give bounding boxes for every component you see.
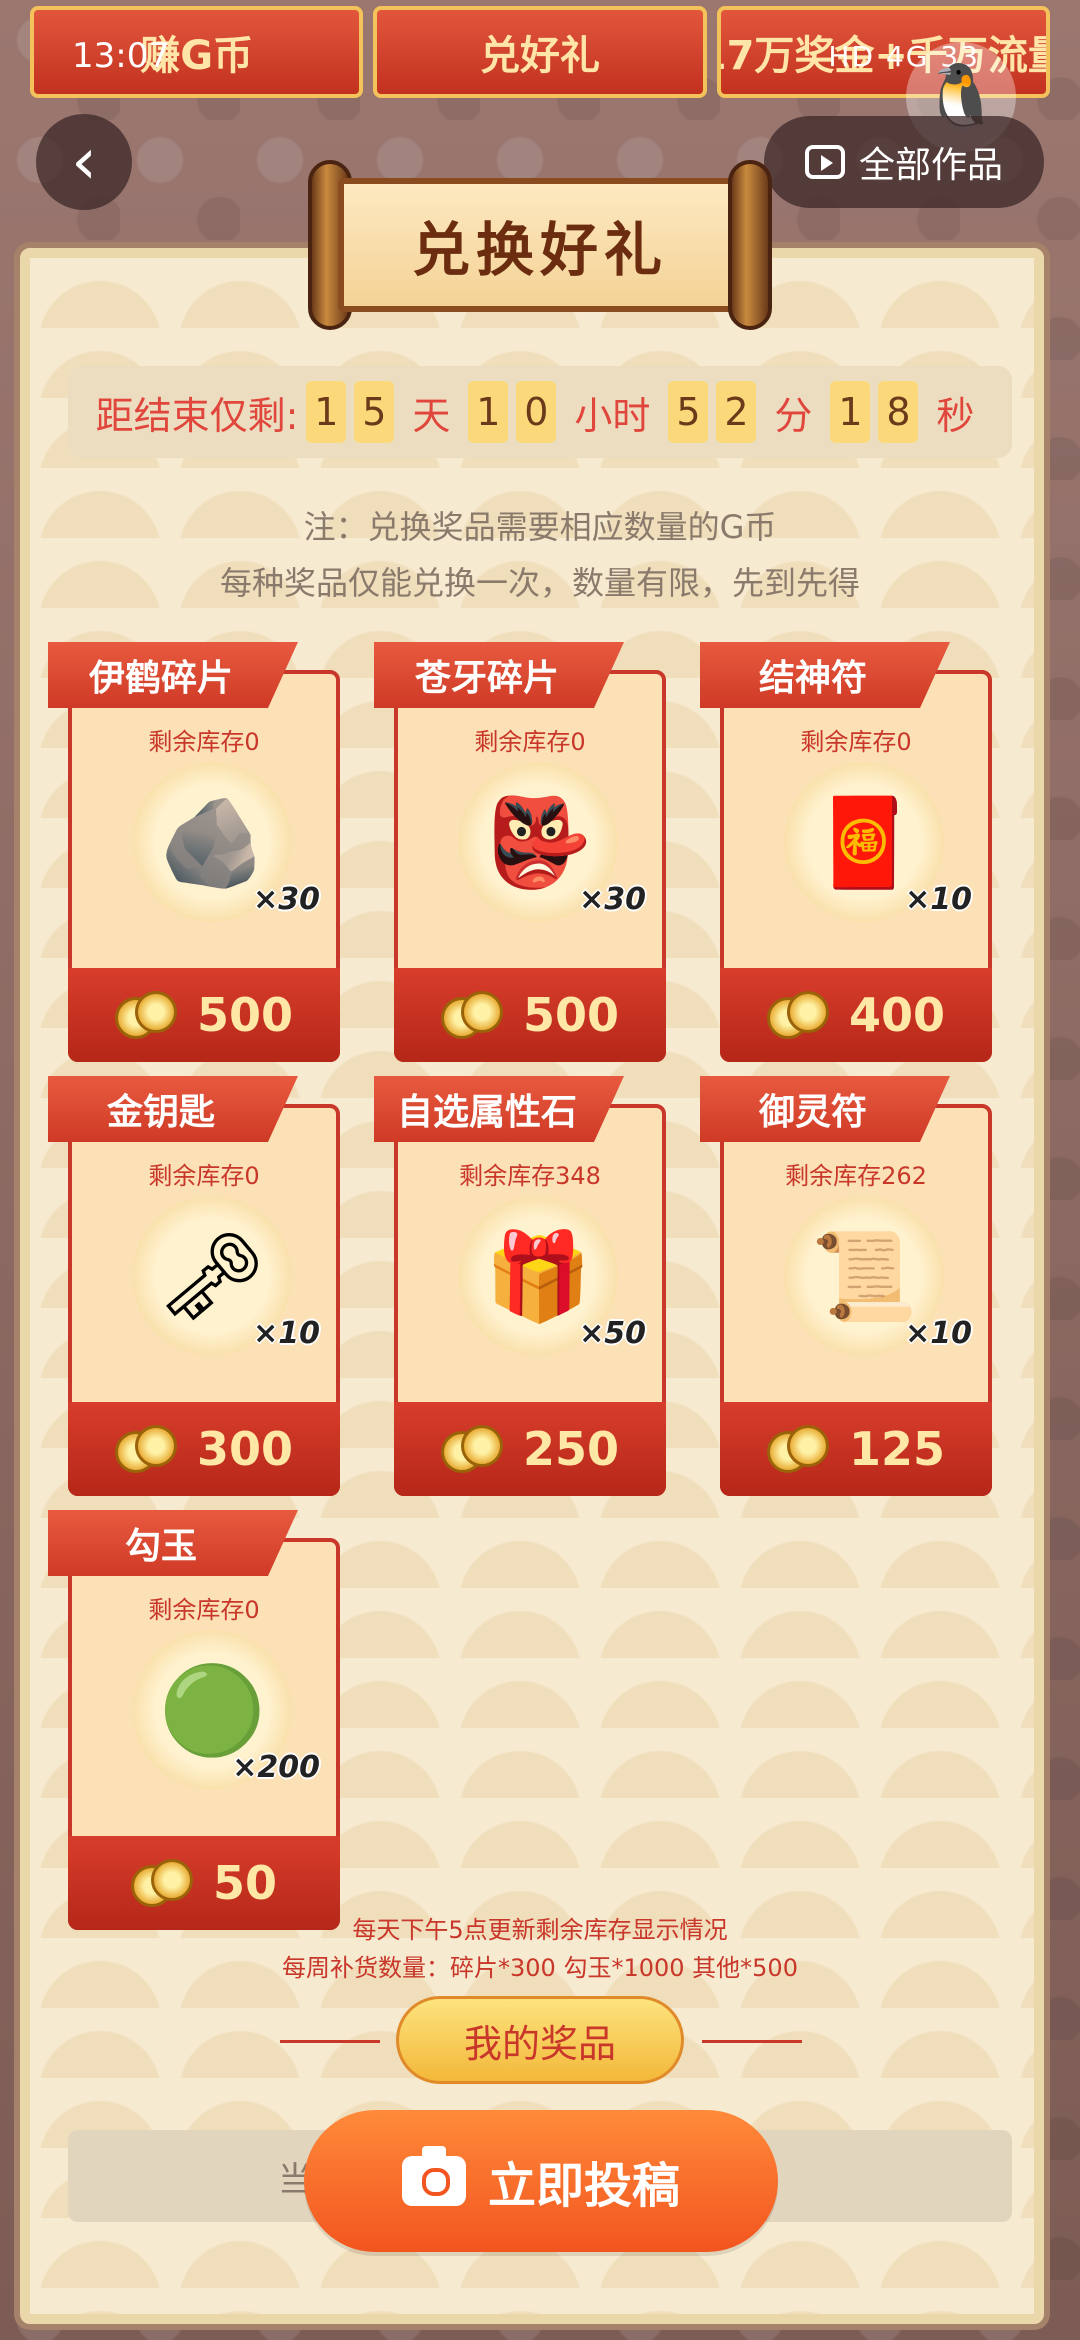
title-scroll: 兑换好礼 [308, 160, 772, 330]
coin-icon [114, 1425, 179, 1473]
price-value: 500 [522, 988, 620, 1042]
reward-name: 自选属性石 [374, 1076, 624, 1142]
reward-price: 500 [394, 968, 666, 1062]
price-value: 500 [196, 988, 294, 1042]
price-value: 400 [848, 988, 946, 1042]
chevron-left-icon: ‹ [71, 125, 97, 199]
reward-quantity: ×10 [253, 1316, 320, 1351]
reward-quantity: ×50 [579, 1316, 646, 1351]
countdown-digit: 1 [830, 381, 871, 443]
reward-card[interactable]: 伊鹤碎片 剩余库存0 🪨 ×30 500 [48, 642, 340, 1062]
reward-card[interactable]: 金钥匙 剩余库存0 🗝 ×10 300 [48, 1076, 340, 1496]
reward-price: 400 [720, 968, 992, 1062]
countdown-digit: 5 [668, 381, 709, 443]
reward-name: 结神符 [700, 642, 950, 708]
restock-note-2: 每周补货数量：碎片*300 勾玉*1000 其他*500 [282, 1954, 798, 1982]
tab-redeem-gifts[interactable]: 兑好礼 [373, 6, 707, 98]
coin-icon [130, 1859, 195, 1907]
submit-button[interactable]: 立即投稿 [304, 2110, 778, 2252]
note-line-1: 注：兑换奖品需要相应数量的G币 [303, 508, 777, 546]
submit-label: 立即投稿 [487, 2158, 680, 2214]
reward-stock: 剩余库存262 [785, 1162, 927, 1190]
reward-card[interactable]: 苍牙碎片 剩余库存0 👺 ×30 500 [374, 642, 666, 1062]
countdown-digit: 2 [716, 381, 757, 443]
countdown-unit: 秒 [936, 393, 975, 438]
reward-name: 苍牙碎片 [374, 642, 624, 708]
countdown-digit: 1 [468, 381, 509, 443]
reward-stock: 剩余库存0 [148, 1596, 260, 1624]
video-icon [804, 145, 845, 179]
all-works-button[interactable]: 全部作品 [764, 116, 1044, 208]
reward-card[interactable]: 自选属性石 剩余库存348 🎁 ×50 250 [374, 1076, 666, 1496]
divider-left [280, 2040, 380, 2043]
restock-note-1: 每天下午5点更新剩余库存显示情况 [352, 1916, 728, 1944]
page-title: 兑换好礼 [338, 178, 742, 312]
price-value: 250 [522, 1422, 620, 1476]
reward-price: 300 [68, 1402, 340, 1496]
reward-name: 勾玉 [48, 1510, 298, 1576]
coin-icon [114, 991, 179, 1039]
camera-icon [401, 2146, 466, 2206]
back-button[interactable]: ‹ [36, 114, 132, 210]
reward-quantity: ×200 [232, 1750, 320, 1785]
reward-card[interactable]: 勾玉 剩余库存0 🟢 ×200 50 [48, 1510, 340, 1930]
countdown-timer: 距结束仅剩: 1 5 天 1 0 小时 5 2 分 1 8 秒 [68, 366, 1012, 458]
price-value: 125 [848, 1422, 946, 1476]
reward-price: 250 [394, 1402, 666, 1496]
countdown-digit: 0 [516, 381, 557, 443]
reward-price: 125 [720, 1402, 992, 1496]
coin-icon [766, 1425, 831, 1473]
countdown-unit: 分 [774, 393, 813, 438]
reward-name: 伊鹤碎片 [48, 642, 298, 708]
reward-name: 御灵符 [700, 1076, 950, 1142]
reward-stock: 剩余库存0 [148, 1162, 260, 1190]
countdown-prefix: 距结束仅剩: [95, 393, 299, 438]
reward-card[interactable]: 御灵符 剩余库存262 📜 ×10 125 [700, 1076, 992, 1496]
coin-icon [766, 991, 831, 1039]
note-line-2: 每种奖品仅能兑换一次，数量有限，先到先得 [219, 564, 860, 602]
coin-icon [440, 991, 505, 1039]
reward-name: 金钥匙 [48, 1076, 298, 1142]
countdown-unit: 天 [412, 393, 451, 438]
reward-card[interactable]: 结神符 剩余库存0 🧧 ×10 400 [700, 642, 992, 1062]
divider-right [702, 2040, 802, 2043]
reward-stock: 剩余库存0 [474, 728, 586, 756]
reward-quantity: ×10 [905, 882, 972, 917]
scroll-roll-right [728, 160, 772, 330]
reward-quantity: ×30 [253, 882, 320, 917]
price-value: 300 [196, 1422, 294, 1476]
countdown-digit: 8 [878, 381, 919, 443]
reward-stock: 剩余库存348 [459, 1162, 601, 1190]
price-value: 50 [212, 1856, 277, 1910]
status-time: 13:07 [72, 36, 170, 76]
countdown-digit: 5 [354, 381, 395, 443]
reward-price: 500 [68, 968, 340, 1062]
reward-quantity: ×30 [579, 882, 646, 917]
reward-stock: 剩余库存0 [148, 728, 260, 756]
reward-stock: 剩余库存0 [800, 728, 912, 756]
countdown-digit: 1 [306, 381, 347, 443]
all-works-label: 全部作品 [858, 145, 1003, 186]
my-prizes-button[interactable]: 我的奖品 [396, 1996, 684, 2084]
reward-quantity: ×10 [905, 1316, 972, 1351]
coin-icon [440, 1425, 505, 1473]
countdown-unit: 小时 [574, 393, 651, 438]
